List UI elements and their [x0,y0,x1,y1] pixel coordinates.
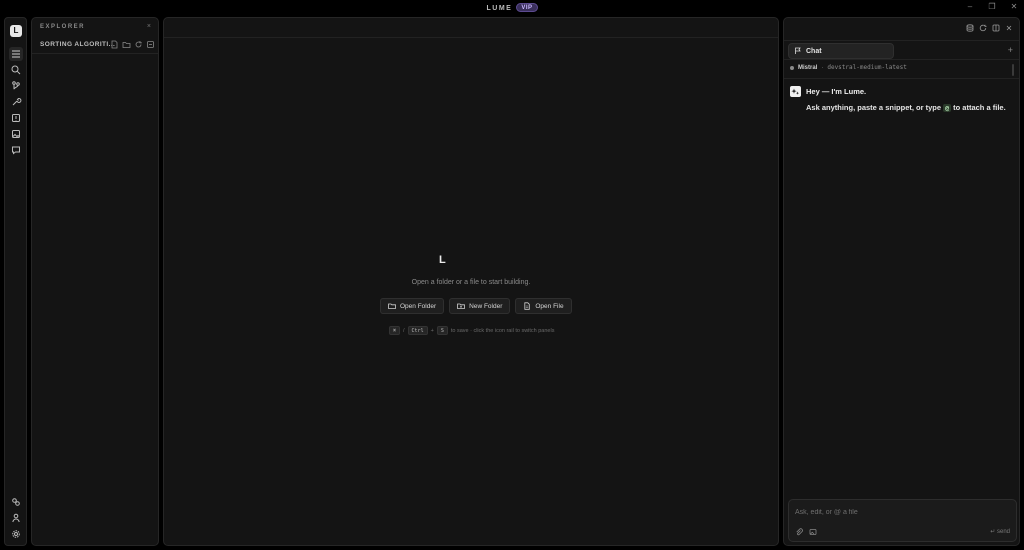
rail-tools-button[interactable] [9,95,23,109]
rail-explorer-button[interactable] [9,47,23,61]
icon-rail: L [4,17,27,546]
wrench-icon [12,97,22,106]
new-folder-icon[interactable] [122,40,131,49]
comment-icon [12,146,20,155]
intro-before: Ask anything, paste a snippet, or type [806,103,942,112]
cmd-key: ⌘ [389,326,401,335]
vip-badge: VIP [516,3,538,12]
file-icon [524,302,531,310]
tab-chat-label: Chat [806,47,822,55]
assistant-avatar [790,86,801,97]
rail-chat-button[interactable] [9,143,23,157]
history-icon[interactable] [979,24,987,32]
shortcut-plus: + [430,327,434,334]
refresh-icon[interactable] [134,40,143,49]
user-icon [12,513,20,523]
project-name[interactable]: SORTING ALGORITI... [40,41,115,48]
minimize-button[interactable]: – [964,2,976,11]
composer-tools [795,528,817,536]
shortcut-slash: / [403,327,405,334]
model-status-dot [790,65,794,70]
model-divider [784,78,1019,79]
split-icon[interactable] [992,24,1000,32]
rail-link-button[interactable] [9,495,23,509]
sparkle-icon [791,88,800,95]
explorer-header: EXPLORER [40,24,86,30]
empty-state-hint: Open a folder or a file to start buildin… [411,279,531,286]
tab-chat[interactable]: Chat [788,43,894,59]
assistant-greeting: Hey — I'm Lume. [806,87,867,96]
chat-toolbar [966,24,1013,32]
shortcut-description: to save · click the icon rail to switch … [450,327,555,334]
editor-area: L Open a folder or a file to start build… [163,17,779,546]
chat-panel: Chat + Mistral · devstral-medium-latest … [783,17,1020,546]
folder-open-icon [388,303,396,309]
app-title-group: LUME VIP [0,3,1024,12]
title-bar: LUME VIP – ❐ ✕ [0,0,1024,16]
model-name: devstral-medium-latest [827,64,907,71]
model-separator: · [821,64,824,71]
collapse-icon[interactable] [146,40,155,49]
menu-icon [12,50,20,58]
window-close-button[interactable]: ✕ [1008,2,1020,11]
new-folder-button[interactable]: New Folder [449,298,511,314]
restore-button[interactable]: ❐ [986,2,998,11]
paperclip-icon[interactable] [795,528,803,536]
rail-debug-button[interactable] [9,111,23,125]
image-attach-icon[interactable] [809,528,817,536]
explorer-panel: EXPLORER × SORTING ALGORITI... [31,17,159,546]
rail-search-button[interactable] [9,63,23,77]
debug-icon [12,114,20,122]
intro-after: to attach a file. [953,103,1006,112]
send-button[interactable]: ↵ send [990,528,1010,535]
shortcut-hint: ⌘ / Ctrl + S to save · click the icon ra… [389,326,554,335]
editor-logo: L [439,254,446,266]
explorer-divider [32,53,158,54]
assistant-intro: Ask anything, paste a snippet, or type @… [806,103,1006,112]
new-folder-label: New Folder [469,302,503,310]
gear-icon [12,530,20,538]
new-file-icon[interactable] [110,40,119,49]
chat-composer: ↵ send [788,499,1017,542]
app-title: LUME [486,5,513,12]
at-mention-chip: @ [943,104,952,112]
git-branch-icon [12,81,20,90]
image-icon [12,130,20,138]
empty-state-actions: Open Folder New Folder Open File [380,298,572,314]
ctrl-key: Ctrl [407,326,428,335]
database-icon[interactable] [966,24,974,32]
rail-settings-button[interactable] [9,527,23,541]
close-icon[interactable] [1005,24,1013,32]
explorer-actions [110,40,155,49]
s-key: S [436,326,448,335]
rail-image-button[interactable] [9,127,23,141]
rail-source-control-button[interactable] [9,79,23,93]
open-folder-label: Open Folder [400,302,437,310]
open-file-button[interactable]: Open File [515,298,572,314]
rail-account-button[interactable] [9,511,23,525]
open-file-label: Open File [535,302,564,310]
flag-icon [795,47,801,54]
search-icon [11,65,21,75]
model-selector[interactable]: Mistral · devstral-medium-latest [790,64,907,71]
link-icon [12,498,20,506]
provider-name: Mistral [798,64,818,71]
explorer-close-button[interactable]: × [147,23,151,30]
editor-tabs-divider [164,37,778,38]
model-row-scrollbar[interactable] [1012,64,1014,76]
chat-input[interactable] [795,506,1005,518]
new-chat-button[interactable]: + [1008,45,1013,55]
folder-plus-icon [457,303,466,309]
chat-tab-bar: Chat + [784,40,1019,60]
app-logo: L [10,25,22,37]
open-folder-button[interactable]: Open Folder [380,298,445,314]
